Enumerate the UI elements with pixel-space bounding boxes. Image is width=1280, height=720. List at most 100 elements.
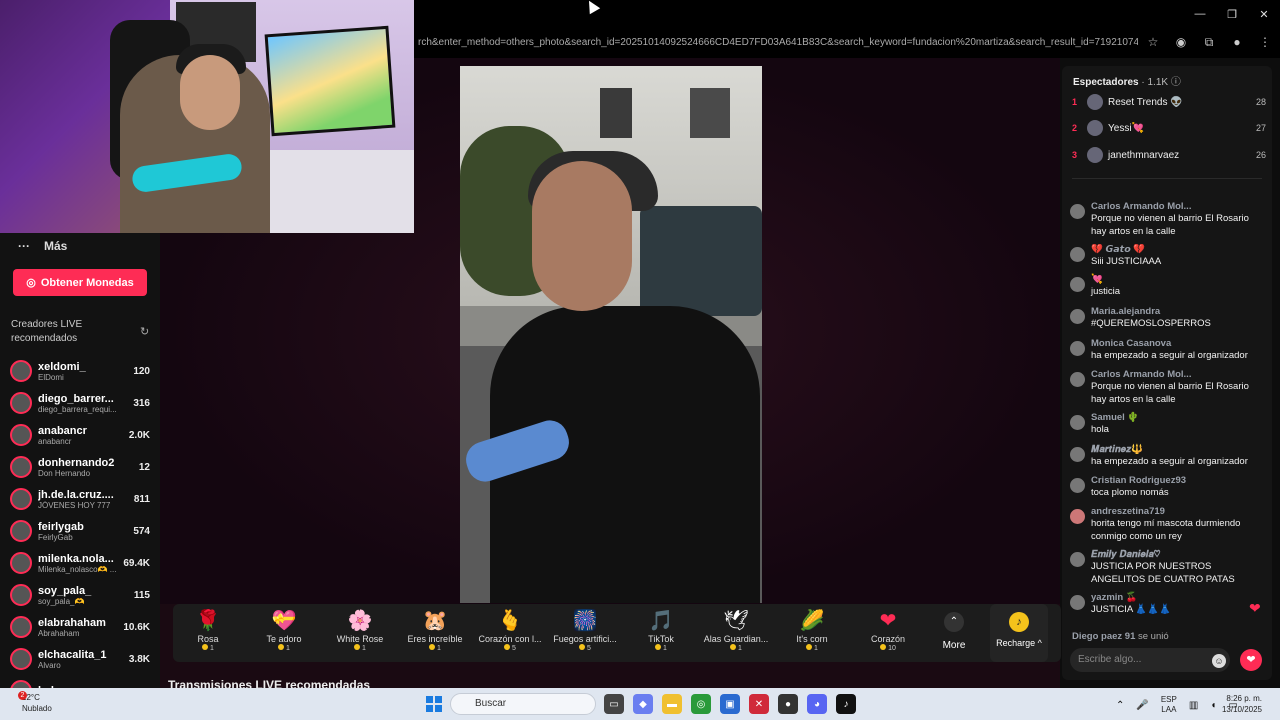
chrome-icon[interactable]: ◎ [691, 694, 711, 714]
live-video[interactable] [460, 66, 762, 603]
profile-avatar-icon[interactable]: ● [1228, 33, 1246, 51]
top-viewer-row[interactable]: 2 Yessi💘 27 [1072, 115, 1266, 141]
gift-bar: 🌹 Rosa 1 💝 Te adoro 1 🌸 White Rose 1 🐹 Eres inc… [173, 604, 1061, 662]
volume-icon[interactable]: ◖ [1210, 700, 1216, 711]
copilot-icon[interactable]: ◆ [633, 694, 653, 714]
gift-item[interactable]: 🎵 TikTok 1 [626, 608, 696, 652]
viewer-count: 120 [133, 365, 150, 377]
gift-item[interactable]: 🕊 Alas Guardian... 1 [701, 608, 771, 652]
chat-text: Porque no vienen al barrio El Rosario ha… [1091, 381, 1249, 405]
gift-item[interactable]: 💝 Te adoro 1 [249, 608, 319, 652]
creator-item[interactable]: elabrahaham Abrahaham 10.6K [0, 611, 160, 643]
chat-username[interactable]: yazmin 🍒 [1091, 592, 1138, 603]
gift-item[interactable]: 🌹 Rosa 1 [173, 608, 243, 652]
viewer-count: 316 [133, 397, 150, 409]
gift-item[interactable]: 🫰 Corazón con l... 5 [475, 608, 545, 652]
microphone-icon[interactable]: 🎤 [1136, 700, 1148, 711]
clock[interactable]: 8:26 p. m. 13/10/2025 [1222, 693, 1262, 715]
top-viewer-score: 27 [1255, 123, 1266, 133]
creator-item[interactable]: hylecsaa [0, 675, 160, 688]
recharge-label: Recharge ^ [996, 638, 1042, 648]
weather-widget[interactable]: 2 12°C Nublado [18, 691, 52, 714]
more-label: More [942, 640, 966, 651]
gift-item[interactable]: 🐹 Eres increíble 1 [400, 608, 470, 652]
creator-item[interactable]: feirlygab FeirlyGab 574 [0, 515, 160, 547]
app-x-icon[interactable]: ✕ [749, 694, 769, 714]
more-menu[interactable]: ··· Más [18, 239, 67, 253]
gift-name: Te adoro [266, 634, 302, 644]
top-viewer-row[interactable]: 3 janethmnarvaez 26 [1072, 142, 1266, 168]
chat-username[interactable]: 💘 [1091, 274, 1103, 285]
coin-icon [806, 644, 813, 650]
chat-username[interactable]: Samuel 🌵 [1091, 412, 1139, 423]
gift-name: Corazón [870, 634, 906, 644]
creator-item[interactable]: anabancr anabancr 2.0K [0, 419, 160, 451]
gift-icon: 🐹 [422, 610, 448, 632]
chat-username[interactable]: Carlos Armando Mol... [1091, 369, 1191, 380]
app-dark-icon[interactable]: ● [778, 694, 798, 714]
more-label: Más [44, 239, 68, 253]
taskbar-search[interactable]: Buscar [450, 693, 596, 715]
language-indicator[interactable]: ESP LAA [1161, 695, 1177, 715]
creator-item[interactable]: jh.de.la.cruz.... JÓVENES HOY 777 811 [0, 483, 160, 515]
file-explorer-icon[interactable]: ▬ [662, 694, 682, 714]
creator-item[interactable]: donhernando2 Don Hernando 12 [0, 451, 160, 483]
viewers-label: Espectadores [1073, 77, 1139, 88]
creator-item[interactable]: milenka.nola... Milenka_nolasco🫶 ... 69.4K [0, 547, 160, 579]
minimize-button[interactable]: — [1184, 0, 1216, 28]
top-viewer-name: Yessi💘 [1108, 122, 1144, 134]
gift-item[interactable]: 🎆 Fuegos artifici... 5 [550, 608, 620, 652]
chat-input[interactable]: Escribe algo... [1070, 648, 1230, 672]
chat-username[interactable]: Monica Casanova [1091, 338, 1171, 349]
emoji-icon[interactable]: ☺ [1212, 654, 1226, 668]
gift-item[interactable]: 🌸 White Rose 1 [325, 608, 395, 652]
viewer-count: 10.6K [123, 621, 150, 633]
creator-item[interactable]: xeldomi_ ElDomi 120 [0, 355, 160, 387]
video-person-face [532, 161, 632, 311]
windows-start-icon[interactable] [426, 696, 442, 712]
chat-username[interactable]: Cristian Rodriguez93 [1091, 475, 1186, 486]
chat-text: ha empezado a seguir al organizador [1091, 456, 1248, 467]
gift-item[interactable]: ❤ Corazón 10 [853, 608, 923, 652]
like-heart-button[interactable]: ❤ [1240, 649, 1262, 671]
network-icon[interactable]: ▥ [1189, 700, 1198, 711]
discord-icon[interactable]: ◕ [807, 694, 827, 714]
bookmark-star-icon[interactable]: ☆ [1144, 33, 1162, 51]
avatar [1070, 277, 1085, 292]
info-icon[interactable]: ⓘ [1171, 77, 1181, 88]
top-viewer-row[interactable]: 1 Reset Trends 👽 28 [1072, 89, 1266, 115]
more-gifts-button[interactable]: ⌃ More [930, 612, 978, 651]
chat-username[interactable]: Carlos Armando Mol... [1091, 201, 1191, 212]
creator-name: milenka.nola... [38, 552, 114, 565]
chevron-up-icon[interactable]: ⌃ [1116, 700, 1124, 711]
window-controls: — ❐ ✕ [1184, 0, 1280, 28]
restore-button[interactable]: ❐ [1216, 0, 1248, 28]
chat-username[interactable]: 𝑴𝒂𝒓𝒕𝒊𝒏𝒆𝒛🔱 [1091, 444, 1143, 455]
extensions-puzzle-icon[interactable]: ⧉ [1200, 33, 1218, 51]
creator-item[interactable]: soy_pala_ soy_pala_🫶 115 [0, 579, 160, 611]
join-notice: Diego paez 91 se unió [1072, 631, 1169, 642]
close-window-button[interactable]: ✕ [1248, 0, 1280, 28]
browser-menu-icon[interactable]: ⋮ [1256, 33, 1274, 51]
gift-price: 1 [777, 644, 847, 652]
extension-shield-icon[interactable]: ◉ [1172, 33, 1190, 51]
url-field[interactable]: rch&enter_method=others_photo&search_id=… [418, 34, 1138, 52]
avatar [10, 456, 32, 478]
gift-item[interactable]: 🌽 It's corn 1 [777, 608, 847, 652]
gift-name: Corazón con l... [478, 634, 542, 644]
chat-username[interactable]: 𝑬𝒎𝒊𝒍𝒚 𝑫𝒂𝒏𝒊𝒆𝒍𝒂♡ [1091, 549, 1160, 560]
get-coins-button[interactable]: ◎ Obtener Monedas [13, 269, 147, 296]
chat-username[interactable]: 💔 𝙂𝙖𝙩𝙤 💔 [1091, 244, 1145, 255]
store-icon[interactable]: ▣ [720, 694, 740, 714]
refresh-icon[interactable]: ↻ [140, 325, 149, 338]
gift-icon: 🎆 [572, 610, 598, 632]
chat-username[interactable]: andreszetina719 [1091, 506, 1165, 517]
tiktok-icon[interactable]: ♪ [836, 694, 856, 714]
weather-desc: Nublado [22, 704, 52, 713]
creator-item[interactable]: elchacalita_1 Alvaro 3.8K [0, 643, 160, 675]
chat-username[interactable]: Maria.alejandra [1091, 306, 1160, 317]
recharge-button[interactable]: ♪ Recharge ^ [990, 604, 1048, 662]
task-view-icon[interactable]: ▭ [604, 694, 624, 714]
creator-item[interactable]: diego_barrer... diego_barrera_requi... 316 [0, 387, 160, 419]
time: 8:26 p. m. [1226, 694, 1262, 703]
